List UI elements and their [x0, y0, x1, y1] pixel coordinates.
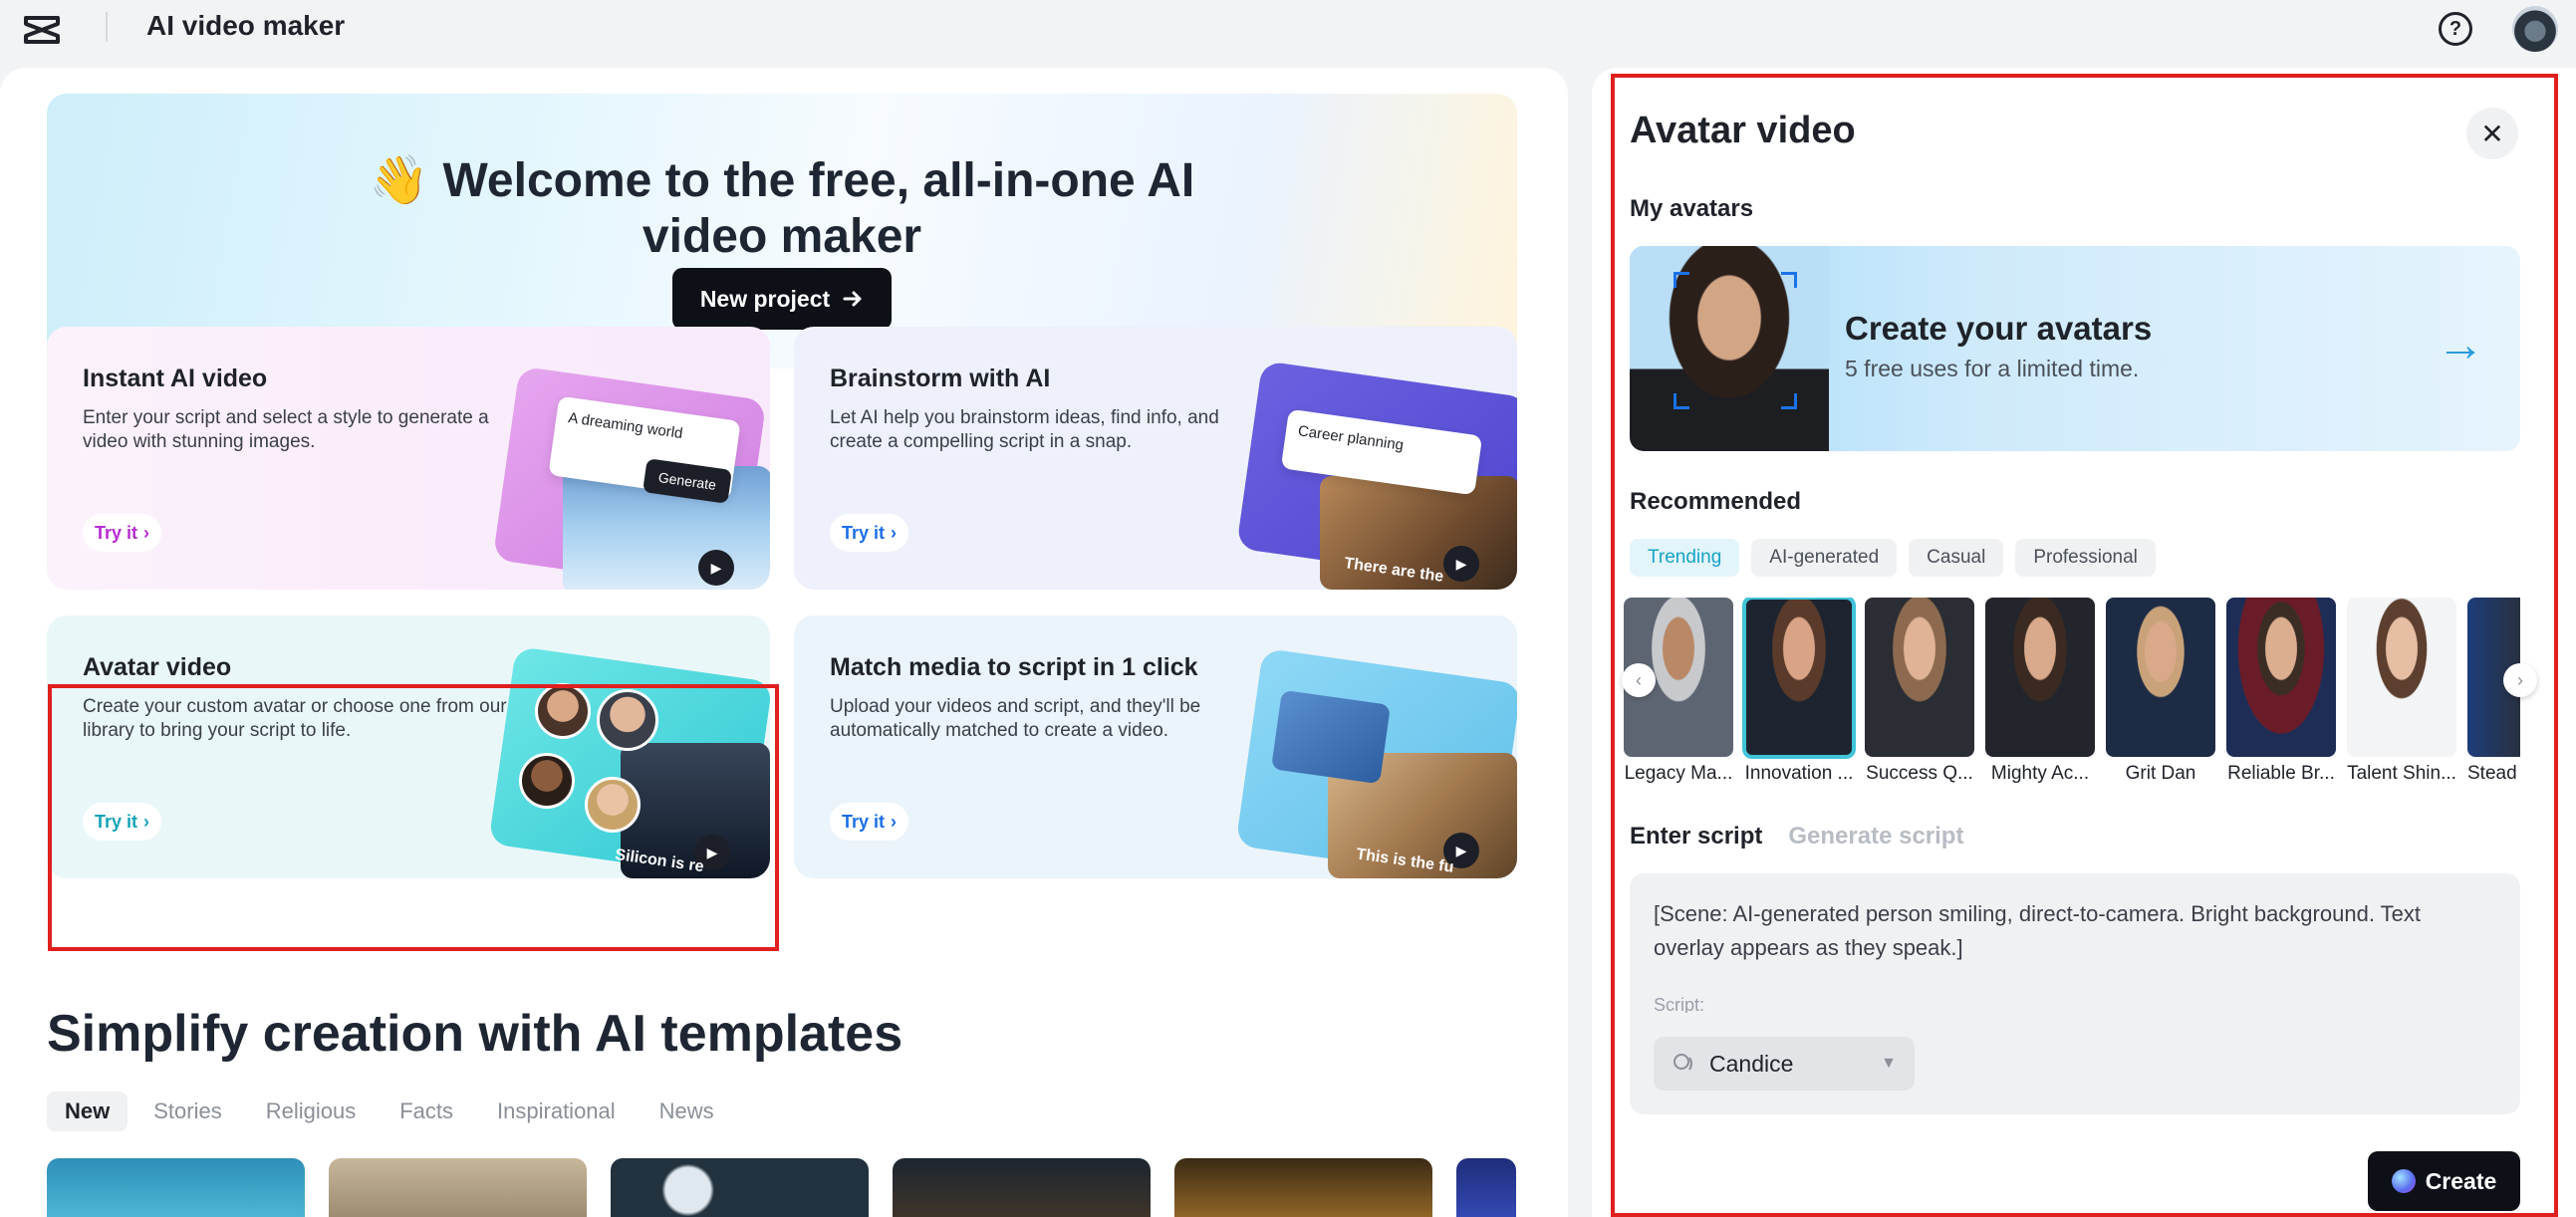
- tab-casual[interactable]: Casual: [1909, 539, 2004, 577]
- ai-orb-icon: [2391, 1169, 2416, 1193]
- voice-select[interactable]: Candice ▼: [1654, 1037, 1915, 1091]
- my-avatars-label: My avatars: [1630, 195, 1754, 222]
- chevron-right-icon: ›: [891, 811, 898, 832]
- avatar-item[interactable]: Success Q...: [1865, 598, 1974, 785]
- speaker-voice-icon: [1674, 1054, 1692, 1071]
- carousel-next-button[interactable]: ›: [2503, 663, 2537, 697]
- card-title: Avatar video: [83, 653, 232, 681]
- create-avatars-subtitle: 5 free uses for a limited time.: [1845, 356, 2140, 381]
- instant-ai-video-card[interactable]: Instant AI video Enter your script and s…: [47, 327, 770, 590]
- chevron-right-icon: ›: [891, 522, 898, 543]
- tab-trending[interactable]: Trending: [1630, 539, 1740, 577]
- user-avatar[interactable]: [2512, 6, 2558, 52]
- chevron-left-icon: ‹: [1636, 669, 1642, 690]
- tab-inspirational[interactable]: Inspirational: [479, 1092, 634, 1131]
- avatar-item[interactable]: Reliable Br...: [2226, 598, 2336, 785]
- avatar-item[interactable]: Talent Shin...: [2347, 598, 2456, 785]
- avatar-item[interactable]: Grit Dan: [2106, 598, 2215, 785]
- capcut-logo-icon[interactable]: [22, 10, 62, 50]
- chevron-down-icon: ▼: [1881, 1055, 1897, 1072]
- card-title: Brainstorm with AI: [830, 365, 1051, 392]
- template-thumbnail[interactable]: [1174, 1158, 1432, 1217]
- create-avatar-banner[interactable]: Create your avatars 5 free uses for a li…: [1630, 246, 2520, 451]
- tab-religious[interactable]: Religious: [248, 1092, 375, 1131]
- recommended-label: Recommended: [1630, 488, 1802, 515]
- tab-ai-generated[interactable]: AI-generated: [1751, 539, 1898, 577]
- main-panel: 👋 Welcome to the free, all-in-one AI vide…: [0, 68, 1568, 1217]
- script-text[interactable]: [Scene: AI-generated person smiling, dir…: [1654, 897, 2480, 965]
- templates-heading: Simplify creation with AI templates: [47, 1005, 903, 1063]
- avatar-thumbnail: [2106, 598, 2215, 757]
- tab-generate-script[interactable]: Generate script: [1788, 823, 1963, 851]
- arrow-right-icon[interactable]: →: [2437, 318, 2484, 372]
- close-icon: ✕: [2480, 118, 2504, 149]
- tab-new[interactable]: New: [47, 1092, 129, 1131]
- play-icon: ▶: [1443, 546, 1479, 582]
- app-title: AI video maker: [146, 10, 346, 41]
- question-circle-icon[interactable]: ?: [2439, 12, 2472, 46]
- carousel-prev-button[interactable]: ‹: [1622, 663, 1656, 697]
- close-button[interactable]: ✕: [2466, 108, 2518, 159]
- avatar-carousel: Legacy Ma... Innovation ... Success Q...…: [1624, 598, 2520, 787]
- avatar-thumbnail: [1865, 598, 1974, 757]
- highlight-box: [48, 684, 779, 951]
- chevron-right-icon: ›: [143, 522, 150, 543]
- avatar-thumbnail: [1985, 598, 2095, 757]
- avatar-item[interactable]: Innovation ...: [1742, 598, 1856, 785]
- avatar-item[interactable]: Mighty Ac...: [1985, 598, 2095, 785]
- match-media-card[interactable]: Match media to script in 1 click Upload …: [794, 615, 1517, 878]
- template-thumbnail[interactable]: [1456, 1158, 1516, 1217]
- recommended-tabs: Trending AI-generated Casual Professiona…: [1630, 539, 2156, 577]
- card-title: Instant AI video: [83, 365, 268, 392]
- instant-ai-illustration: A dreaming world Generate ▶: [492, 365, 770, 590]
- tab-professional[interactable]: Professional: [2015, 539, 2156, 577]
- tab-facts[interactable]: Facts: [382, 1092, 471, 1131]
- frame-corner: [1781, 393, 1797, 409]
- card-title: Match media to script in 1 click: [830, 653, 1198, 681]
- brainstorm-card[interactable]: Brainstorm with AI Let AI help you brain…: [794, 327, 1517, 590]
- card-description: Upload your videos and script, and they'…: [830, 696, 1201, 741]
- match-media-illustration: ▶ This is the fu: [1235, 647, 1517, 878]
- top-bar: AI video maker ?: [0, 0, 2576, 60]
- try-it-button[interactable]: Try it ›: [83, 514, 162, 552]
- template-thumbnail[interactable]: [893, 1158, 1151, 1217]
- frame-corner: [1674, 393, 1689, 409]
- try-it-button[interactable]: Try it ›: [830, 803, 909, 841]
- divider: [106, 12, 108, 42]
- hero-title: 👋 Welcome to the free, all-in-one AI vide…: [369, 154, 1195, 263]
- waving-hand-icon: 👋: [369, 154, 429, 207]
- create-avatars-title: Create your avatars: [1845, 310, 2153, 347]
- template-thumbnail[interactable]: [47, 1158, 305, 1217]
- new-project-button[interactable]: New project: [672, 268, 892, 330]
- tab-enter-script[interactable]: Enter script: [1630, 823, 1762, 851]
- create-button[interactable]: Create: [2368, 1151, 2520, 1211]
- template-thumbnails: [47, 1158, 1516, 1217]
- play-icon: ▶: [698, 550, 734, 586]
- template-tabs: New Stories Religious Facts Inspirationa…: [47, 1092, 732, 1131]
- template-thumbnail[interactable]: [329, 1158, 587, 1217]
- avatar-thumbnail: [2226, 598, 2336, 757]
- brainstorm-illustration: Career planning ▶ There are the: [1236, 361, 1517, 590]
- script-editor[interactable]: [Scene: AI-generated person smiling, dir…: [1630, 873, 2520, 1114]
- frame-corner: [1781, 272, 1797, 288]
- chevron-right-icon: ›: [2517, 669, 2523, 690]
- frame-corner: [1674, 272, 1689, 288]
- card-description: Enter your script and select a style to …: [83, 407, 489, 452]
- template-thumbnail[interactable]: [611, 1158, 869, 1217]
- script-next-line: Script:: [1654, 995, 1705, 1013]
- avatar-photo: [1630, 246, 1829, 451]
- card-description: Let AI help you brainstorm ideas, find i…: [830, 407, 1219, 452]
- avatar-thumbnail: [1742, 598, 1856, 759]
- arrow-right-icon: [843, 291, 862, 307]
- avatar-thumbnail: [2347, 598, 2456, 757]
- tab-news[interactable]: News: [642, 1092, 732, 1131]
- script-tabs: Enter script Generate script: [1630, 823, 1963, 851]
- try-it-button[interactable]: Try it ›: [830, 514, 909, 552]
- tab-stories[interactable]: Stories: [135, 1092, 239, 1131]
- panel-title: Avatar video: [1630, 110, 1856, 151]
